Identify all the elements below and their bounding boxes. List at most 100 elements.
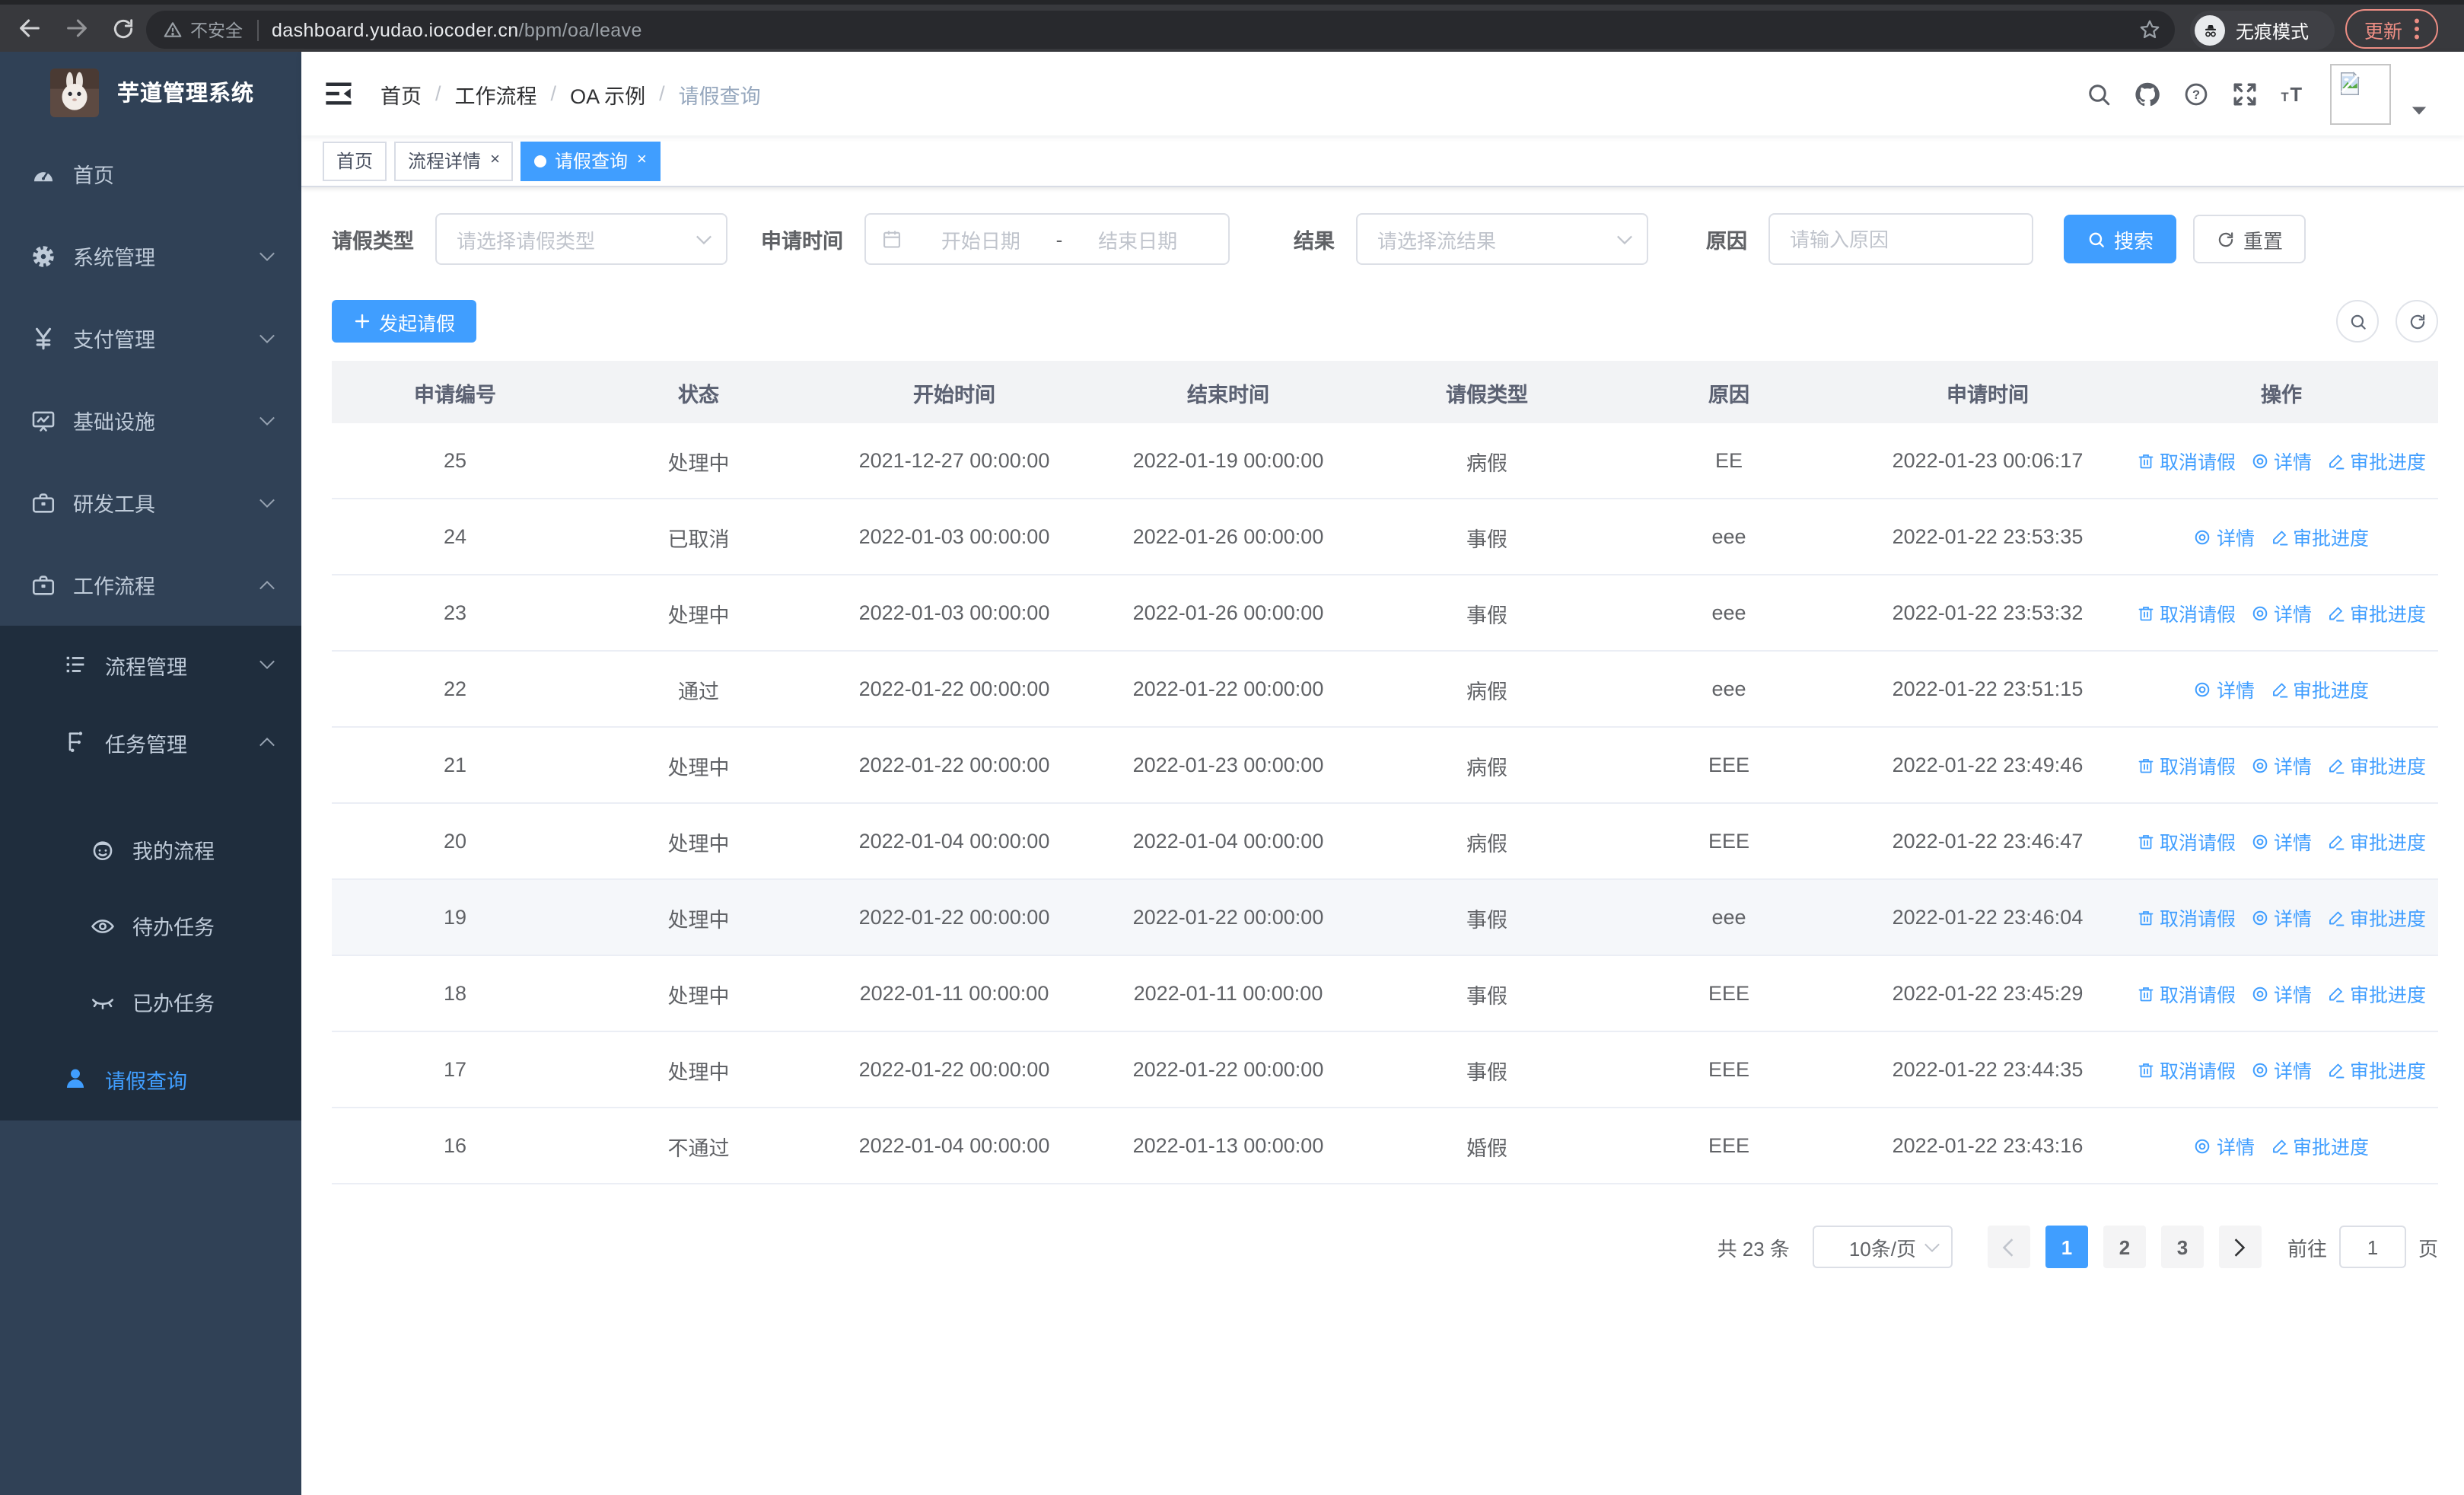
sidebar-item-workflow[interactable]: 工作流程 [0, 543, 301, 626]
forward-icon[interactable] [58, 10, 94, 46]
sidebar-item-my-process[interactable]: 我的流程 [0, 811, 301, 888]
sidebar-item-home[interactable]: 首页 [0, 132, 301, 215]
next-page-button[interactable] [2218, 1226, 2262, 1268]
view-icon [2251, 908, 2269, 926]
start-date-placeholder: 开始日期 [941, 229, 1020, 252]
bookmark-star-icon[interactable] [2138, 18, 2161, 41]
table-refresh-icon[interactable] [2396, 300, 2438, 343]
page-button-3[interactable]: 3 [2160, 1226, 2204, 1268]
tab-请假查询[interactable]: 请假查询 × [520, 141, 661, 180]
view-icon [2251, 756, 2269, 774]
github-icon[interactable] [2123, 69, 2172, 118]
cell-applied: 2022-01-22 23:44:35 [1892, 1058, 2084, 1081]
detail-action-link[interactable]: 详情 [2251, 598, 2312, 627]
progress-action-link[interactable]: 审批进度 [2270, 1131, 2369, 1160]
sidebar-item-todo-task[interactable]: 待办任务 [0, 888, 301, 964]
search-icon[interactable] [2074, 69, 2123, 118]
cancel-action-link[interactable]: 取消请假 [2137, 979, 2236, 1008]
cancel-action-link[interactable]: 取消请假 [2137, 903, 2236, 932]
close-icon[interactable]: × [637, 151, 647, 169]
tab-流程详情[interactable]: 流程详情 × [394, 141, 514, 180]
update-button[interactable]: 更新 [2345, 9, 2438, 49]
user-avatar[interactable] [2330, 63, 2391, 124]
reason-label: 原因 [1706, 230, 1747, 253]
progress-action-link[interactable]: 审批进度 [2327, 903, 2426, 932]
progress-action-link[interactable]: 审批进度 [2327, 827, 2426, 856]
detail-action-link[interactable]: 详情 [2251, 446, 2312, 475]
search-button[interactable]: 搜索 [2064, 215, 2177, 263]
sidebar-item-process-management[interactable]: 流程管理 [0, 626, 301, 703]
progress-action-link[interactable]: 审批进度 [2327, 751, 2426, 779]
page-size-select[interactable]: 10条/页 [1812, 1226, 1953, 1268]
detail-action-link[interactable]: 详情 [2251, 751, 2312, 779]
cancel-action-link[interactable]: 取消请假 [2137, 751, 2236, 779]
sidebar-item-label: 已办任务 [132, 993, 215, 1015]
cell-id: 25 [443, 449, 467, 472]
sidebar-item-done-task[interactable]: 已办任务 [0, 964, 301, 1040]
cell-status: 处理中 [667, 756, 730, 779]
navbar: 首页 / 工作流程 / OA 示例 / 请假查询 ? TT [301, 52, 2464, 135]
cancel-action-link[interactable]: 取消请假 [2137, 446, 2236, 475]
result-select[interactable]: 请选择流结果 [1356, 213, 1648, 265]
cell-start: 2022-01-03 00:00:00 [858, 525, 1050, 548]
detail-action-link[interactable]: 详情 [2251, 827, 2312, 856]
tab-首页[interactable]: 首页 [323, 141, 387, 180]
sidebar-item-devtools[interactable]: 研发工具 [0, 461, 301, 543]
detail-action-link[interactable]: 详情 [2194, 1131, 2255, 1160]
back-icon[interactable] [11, 10, 47, 46]
table-search-toggle-icon[interactable] [2336, 300, 2379, 343]
cancel-action-link[interactable]: 取消请假 [2137, 598, 2236, 627]
sidebar-item-system[interactable]: 系统管理 [0, 215, 301, 297]
progress-action-link[interactable]: 审批进度 [2270, 522, 2369, 551]
sidebar-item-infrastructure[interactable]: 基础设施 [0, 379, 301, 461]
reload-icon[interactable] [105, 10, 142, 46]
detail-action-link[interactable]: 详情 [2251, 903, 2312, 932]
column-header: 申请时间 [1947, 383, 2029, 406]
column-header: 请假类型 [1446, 383, 1528, 406]
breadcrumb-item[interactable]: 首页 [380, 78, 422, 109]
cancel-action-link[interactable]: 取消请假 [2137, 1055, 2236, 1084]
address-bar[interactable]: 不安全 dashboard.yudao.iocoder.cn/bpm/oa/le… [146, 11, 2175, 49]
progress-action-link[interactable]: 审批进度 [2327, 446, 2426, 475]
sidebar-toggle-icon[interactable] [323, 78, 355, 110]
page-button-1[interactable]: 1 [2045, 1226, 2088, 1268]
sidebar-item-payment[interactable]: 支付管理 [0, 297, 301, 379]
create-leave-button[interactable]: 发起请假 [332, 300, 477, 343]
breadcrumb-item[interactable]: OA 示例 [570, 78, 645, 109]
reason-input[interactable] [1770, 228, 2032, 250]
progress-action-link[interactable]: 审批进度 [2327, 598, 2426, 627]
goto-page-input[interactable] [2338, 1226, 2406, 1268]
sidebar-item-task-management[interactable]: 任务管理 [0, 703, 301, 781]
fullscreen-icon[interactable] [2220, 69, 2269, 118]
sidebar-item-leave-query[interactable]: 请假查询 [0, 1040, 301, 1117]
browser-menu-icon[interactable] [2413, 18, 2419, 40]
detail-action-link[interactable]: 详情 [2194, 674, 2255, 703]
caret-down-icon[interactable] [2411, 104, 2427, 116]
breadcrumb-item[interactable]: 工作流程 [455, 78, 537, 109]
leave-table: 申请编号 状态 开始时间 结束时间 请假类型 原因 申请时间 操作 25 处理中 2021-12-2… [332, 361, 2438, 1184]
detail-action-link[interactable]: 详情 [2251, 1055, 2312, 1084]
breadcrumb-separator: / [435, 82, 441, 105]
progress-action-link[interactable]: 审批进度 [2327, 979, 2426, 1008]
reset-button[interactable]: 重置 [2193, 215, 2306, 263]
progress-action-link[interactable]: 审批进度 [2270, 674, 2369, 703]
logo[interactable]: 芋道管理系统 [0, 52, 301, 132]
detail-action-link[interactable]: 详情 [2194, 522, 2255, 551]
cancel-action-link[interactable]: 取消请假 [2137, 827, 2236, 856]
table-row: 18 处理中 2022-01-11 00:00:00 2022-01-11 00:00… [332, 956, 2438, 1032]
progress-action-link[interactable]: 审批进度 [2327, 1055, 2426, 1084]
prev-page-button[interactable] [1987, 1226, 2030, 1268]
cell-type: 事假 [1466, 528, 1507, 550]
cell-id: 23 [443, 601, 467, 624]
edit-pen-icon [2327, 832, 2345, 850]
font-size-icon[interactable]: TT [2269, 69, 2318, 118]
edit-pen-icon [2270, 680, 2288, 698]
table-toolbar: 发起请假 [332, 300, 2438, 343]
close-icon[interactable]: × [490, 151, 500, 169]
help-icon[interactable]: ? [2172, 69, 2220, 118]
leave-type-select[interactable]: 请选择请假类型 [435, 213, 727, 265]
page-button-2[interactable]: 2 [2103, 1226, 2146, 1268]
apply-time-range[interactable]: 开始日期 - 结束日期 [864, 213, 1230, 265]
detail-action-link[interactable]: 详情 [2251, 979, 2312, 1008]
sidebar-item-label: 系统管理 [73, 247, 155, 269]
